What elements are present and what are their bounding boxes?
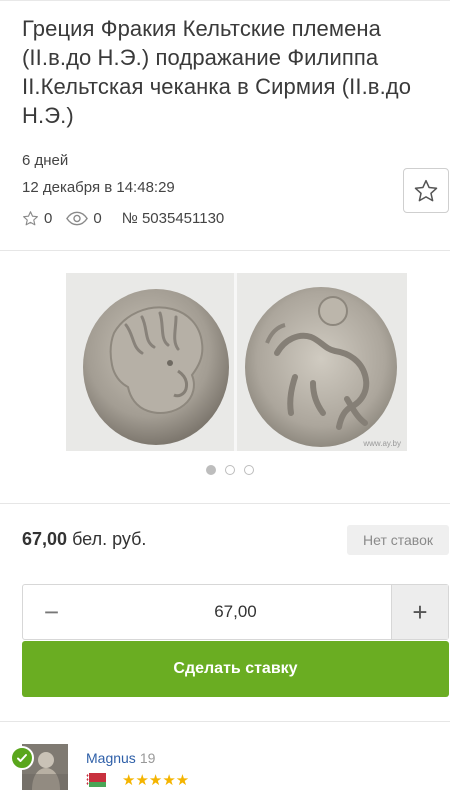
seller-name-line[interactable]: Magnus 19 [86,750,155,766]
lot-number: № 5035451130 [121,209,225,227]
views-stat: 0 [66,209,102,227]
time-left: 6 дней [22,152,69,169]
gallery-dot-3[interactable] [244,465,254,475]
bid-amount-input[interactable]: 67,00 [80,585,391,639]
coin-reverse-image [245,287,397,447]
seller-name[interactable]: Magnus [86,750,136,766]
top-divider [0,0,450,8]
favorites-count: 0 [44,209,53,227]
place-bid-button[interactable]: Сделать ставку [22,641,449,697]
favorites-stat: 0 [22,210,52,227]
seller-stars: ★★★★★ [122,772,190,789]
gallery-dot-1[interactable] [206,465,216,475]
views-count: 0 [93,209,102,227]
favorite-star-icon [414,179,438,201]
section-divider [0,503,450,504]
decrease-bid-button[interactable]: − [23,585,80,639]
eye-icon [66,211,89,225]
current-price: 67,00 бел. руб. [22,529,146,550]
bid-amount-stepper: − 67,00 + [22,584,449,640]
end-date: 12 декабря в 14:48:29 [22,179,175,196]
verified-check-icon [10,746,34,770]
coin-obverse-image [83,289,229,445]
add-to-favorites-button[interactable] [403,168,449,213]
price-currency: бел. руб. [72,529,147,549]
belarus-flag-icon [86,773,106,787]
no-bids-badge: Нет ставок [347,525,449,555]
gallery-pagination [206,465,254,475]
photo-watermark: www.ay.by [363,439,401,448]
price-value: 67,00 [22,529,68,549]
seller-card[interactable]: Magnus 19 ★★★★★ [0,722,450,800]
lot-title: Греция Фракия Кельтские племена (II.в.до… [22,16,412,128]
star-outline-icon [23,210,38,225]
section-divider [0,250,450,251]
seller-rating: 19 [139,750,156,766]
gallery-dot-2[interactable] [225,465,235,475]
lot-stats: 0 0 № 5035451130 [22,207,224,229]
increase-bid-button[interactable]: + [391,585,448,639]
lot-photo[interactable]: www.ay.by [66,273,407,451]
